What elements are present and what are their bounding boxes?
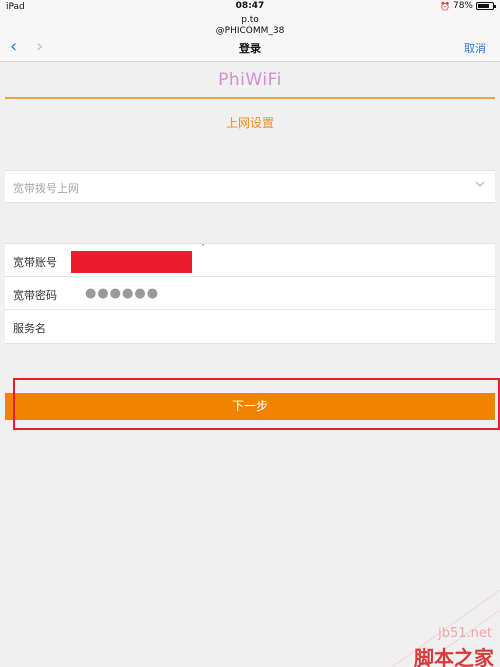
- watermark-site: jb51.net: [438, 626, 492, 641]
- password-input[interactable]: ●●●●●●: [85, 286, 285, 301]
- service-row: 服务名: [5, 310, 495, 343]
- url-line-1: p.to: [241, 15, 259, 25]
- status-indicators: ⏰ 78%: [440, 1, 496, 11]
- account-input-redacted[interactable]: [71, 251, 192, 273]
- next-step-button[interactable]: 下一步: [5, 393, 495, 420]
- account-label: 宽带账号: [13, 256, 57, 269]
- password-row: 宽带密码 ●●●●●●: [5, 277, 495, 310]
- connection-type-value: 宽带拨号上网: [13, 182, 79, 195]
- page-title: 登录: [239, 42, 261, 55]
- watermark-name: 脚本之家: [414, 646, 494, 667]
- section-title: 上网设置: [225, 116, 274, 130]
- url-display[interactable]: p.to @PHICOMM_38: [0, 15, 500, 37]
- battery-percent: 78%: [452, 1, 473, 11]
- service-label: 服务名: [13, 322, 46, 335]
- account-row: 宽带账号: [5, 244, 495, 277]
- battery-icon: [476, 2, 496, 10]
- cursor-mark: [202, 244, 204, 246]
- browser-nav-bar: p.to @PHICOMM_38 ‹ › 登录 取消: [0, 14, 500, 62]
- status-bar: iPad 08:47 ⏰ 78%: [0, 0, 500, 14]
- password-label: 宽带密码: [13, 289, 57, 302]
- logo-divider: [5, 97, 495, 99]
- chevron-down-icon: [475, 181, 485, 187]
- credentials-form: 宽带账号 宽带密码 ●●●●●● 服务名: [5, 243, 495, 344]
- cancel-button[interactable]: 取消: [464, 40, 486, 56]
- phiwifi-logo: PhiWiFi: [218, 70, 282, 90]
- url-line-2: @PHICOMM_38: [215, 26, 285, 36]
- clock: 08:47: [235, 1, 265, 11]
- alarm-icon: ⏰: [440, 1, 450, 11]
- connection-type-select[interactable]: 宽带拨号上网: [5, 170, 495, 203]
